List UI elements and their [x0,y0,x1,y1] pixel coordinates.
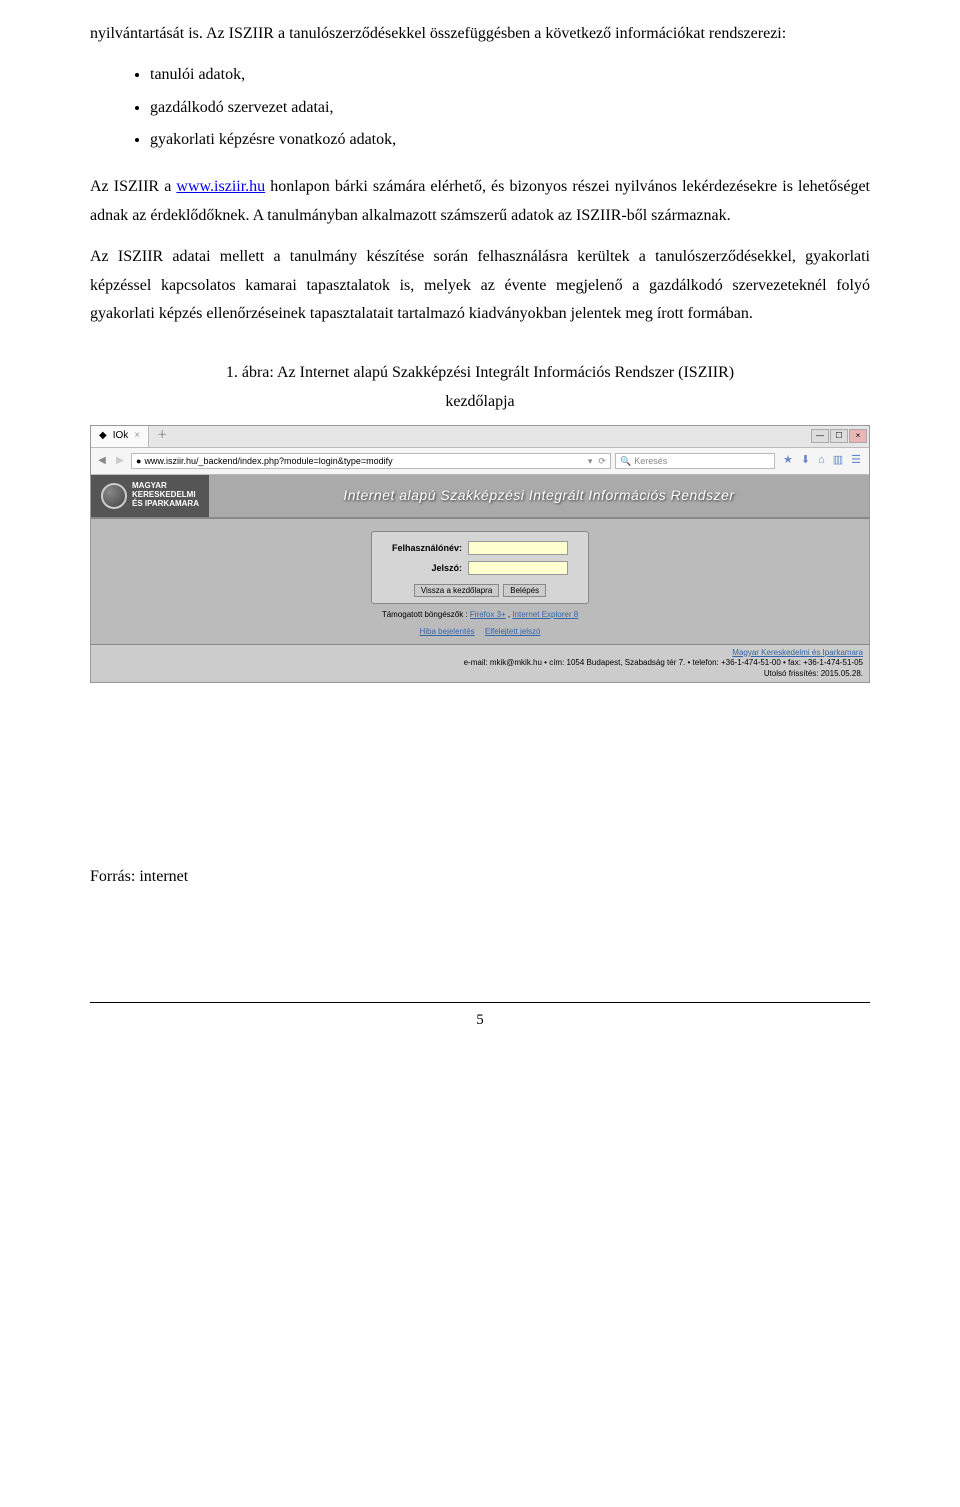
username-input[interactable] [468,541,568,555]
minimize-icon[interactable]: — [811,429,829,443]
star-icon[interactable]: ★ [783,451,793,471]
supported-browsers: Támogatott böngészők : Firefox 3+ , Inte… [382,608,578,622]
menu-icon[interactable]: ☰ [851,451,861,471]
isziir-link[interactable]: www.isziir.hu [176,178,265,195]
bookmarks-icon[interactable]: ▥ [833,451,843,471]
download-icon[interactable]: ⬇ [801,451,810,471]
globe-icon: ● [136,453,141,469]
last-updated: Utolsó frissítés: 2015.05.28. [764,669,863,678]
text-span: Az ISZIIR a [90,178,176,195]
search-input[interactable]: 🔍 Keresés [615,453,775,469]
forward-icon[interactable]: ▶ [113,454,127,468]
browser-tab[interactable]: ◆ IOk × [91,426,149,447]
ie-link[interactable]: Internet Explorer 8 [512,610,578,619]
url-text: www.isziir.hu/_backend/index.php?module=… [144,453,392,469]
bullet-list: tanulói adatok, gazdálkodó szervezet ada… [150,61,870,155]
report-bug-link[interactable]: Hiba bejelentés [420,627,475,636]
username-label: Felhasználónév: [392,540,462,556]
login-button[interactable]: Belépés [503,584,546,597]
new-tab-button[interactable]: ＋ [149,425,175,447]
caption-line-2: kezdőlapja [445,393,514,410]
support-label: Támogatott böngészők : [382,610,470,619]
browser-window: ◆ IOk × ＋ — ☐ × ◀ ▶ ● www.isziir.hu/_bac… [90,425,870,683]
caption-line-1: 1. ábra: Az Internet alapú Szakképzési I… [226,364,734,381]
org-link[interactable]: Magyar Kereskedelmi és Iparkamara [732,648,863,657]
page-number: 5 [476,1012,484,1028]
toolbar-icons: ★ ⬇ ⌂ ▥ ☰ [779,451,865,471]
site-title: Internet alapú Szakképzési Integrált Inf… [209,483,869,508]
list-item: gazdálkodó szervezet adatai, [150,94,870,123]
address-bar: ◀ ▶ ● www.isziir.hu/_backend/index.php?m… [91,448,869,475]
search-icon: 🔍 [620,453,631,469]
dropdown-icon[interactable]: ▾ [588,453,593,469]
password-input[interactable] [468,561,568,575]
page-footer: 5 [90,1002,870,1034]
password-label: Jelszó: [392,560,462,576]
logo-text: MAGYAR KERESKEDELMI ÉS IPARKAMARA [132,482,199,508]
tab-title: IOk [113,427,129,445]
contact-info: e-mail: mkik@mkik.hu • cím: 1054 Budapes… [464,658,863,667]
close-window-icon[interactable]: × [849,429,867,443]
site-header: MAGYAR KERESKEDELMI ÉS IPARKAMARA Intern… [91,475,869,519]
globe-logo-icon [101,483,127,509]
source-line: Forrás: internet [90,863,870,892]
home-icon[interactable]: ⌂ [818,451,825,471]
back-icon[interactable]: ◀ [95,454,109,468]
list-item: tanulói adatok, [150,61,870,90]
firefox-link[interactable]: Firefox 3+ [470,610,506,619]
list-item: gyakorlati képzésre vonatkozó adatok, [150,126,870,155]
shield-icon: ◆ [99,427,107,445]
paragraph-2: Az ISZIIR a www.isziir.hu honlapon bárki… [90,173,870,231]
site-footer: Magyar Kereskedelmi és Iparkamara e-mail… [91,644,869,682]
login-box: Felhasználónév: Jelszó: Vissza a kezdőla… [371,531,589,604]
maximize-icon[interactable]: ☐ [830,429,848,443]
paragraph-3: Az ISZIIR adatai mellett a tanulmány kés… [90,243,870,329]
forgot-password-link[interactable]: Elfelejtett jelszó [485,627,541,636]
figure-caption: 1. ábra: Az Internet alapú Szakképzési I… [90,359,870,417]
logo-line: ÉS IPARKAMARA [132,500,199,509]
reload-icon[interactable]: ⟳ [598,453,606,469]
paragraph-1: nyilvántartását is. Az ISZIIR a tanulósz… [90,20,870,49]
site-body: Felhasználónév: Jelszó: Vissza a kezdőla… [91,519,869,644]
browser-tab-bar: ◆ IOk × ＋ — ☐ × [91,426,869,448]
back-button[interactable]: Vissza a kezdőlapra [414,584,499,597]
help-links: Hiba bejelentés Elfelejtett jelszó [416,625,545,639]
url-input[interactable]: ● www.isziir.hu/_backend/index.php?modul… [131,453,611,469]
logo-block: MAGYAR KERESKEDELMI ÉS IPARKAMARA [91,475,209,517]
search-placeholder: Keresés [634,453,667,469]
close-icon[interactable]: × [134,427,140,445]
